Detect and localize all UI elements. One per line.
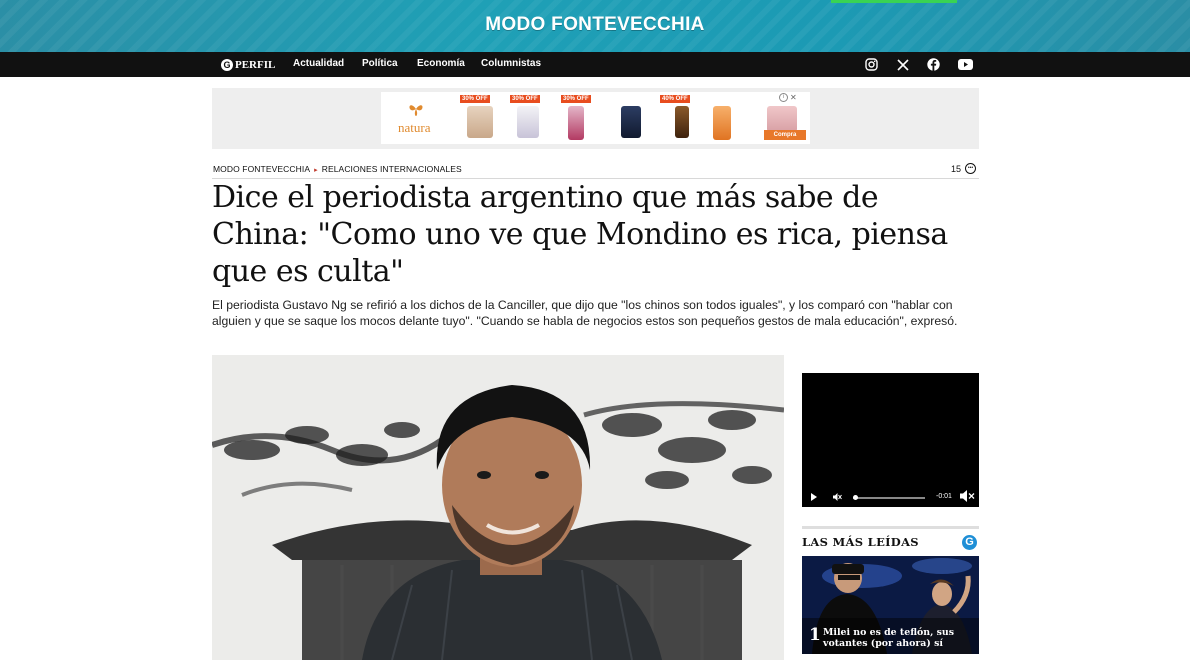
product-image [713, 106, 731, 140]
video-controls: -0:01 [802, 487, 979, 507]
product-image [767, 106, 797, 132]
most-read-rank: 1 [809, 625, 821, 645]
nav-link-columnistas[interactable]: Columnistas [481, 58, 541, 69]
breadcrumb: MODO FONTEVECCHIA ▸ RELACIONES INTERNACION… [213, 164, 462, 174]
instagram-icon[interactable] [864, 57, 879, 72]
nav-link-actualidad[interactable]: Actualidad [293, 58, 344, 69]
section-divider [802, 526, 979, 529]
mute-toggle-icon[interactable] [833, 493, 842, 501]
article-title: Dice el periodista argentino que más sab… [212, 180, 948, 289]
video-time: -0:01 [936, 493, 952, 500]
product-image [517, 106, 539, 138]
product-image [675, 106, 689, 138]
site-brand[interactable]: MODO FONTEVECCHIA [0, 14, 1190, 36]
most-read-title: LAS MÁS LEÍDAS [802, 535, 919, 549]
youtube-icon[interactable] [958, 57, 973, 72]
facebook-icon[interactable] [926, 57, 941, 72]
discount-badge: 30% OFF [510, 95, 540, 103]
product-image [568, 106, 584, 140]
accent-strip [831, 0, 957, 3]
most-read-headline[interactable]: Milei no es de teflón, sus votantes (por… [823, 627, 973, 649]
article-photo-illustration [212, 355, 784, 660]
comment-count-value: 15 [951, 163, 962, 174]
perfil-logo-text: PERFIL [235, 58, 276, 71]
video-player[interactable]: -0:01 [802, 373, 979, 507]
breadcrumb-section[interactable]: MODO FONTEVECCHIA [213, 164, 310, 174]
perfil-logo-icon: G [221, 58, 233, 71]
perfil-g-icon: G [962, 535, 977, 550]
ad-info-icon[interactable]: i [779, 93, 788, 102]
article-photo[interactable] [212, 355, 784, 660]
natura-logo-icon [409, 105, 423, 116]
natura-ad[interactable]: natura 30% OFF 30% OFF 30% OFF 40% OFF C… [381, 92, 810, 144]
breadcrumb-separator-icon: ▸ [314, 167, 318, 174]
top-navbar: G PERFIL Actualidad Política Economía Co… [0, 52, 1190, 77]
most-read-item[interactable]: 1 Milei no es de teflón, sus votantes (p… [802, 556, 979, 654]
article-summary: El periodista Gustavo Ng se refirió a lo… [212, 298, 958, 328]
comment-count[interactable]: 15 ••• [951, 163, 977, 174]
product-image [621, 106, 641, 138]
video-progress-track[interactable] [853, 497, 925, 499]
nav-link-economia[interactable]: Economía [417, 58, 465, 69]
video-progress-knob[interactable] [853, 495, 859, 500]
natura-brand: natura [398, 120, 431, 135]
product-image [467, 106, 493, 138]
perfil-logo[interactable]: G PERFIL [221, 57, 275, 72]
breadcrumb-subsection[interactable]: RELACIONES INTERNACIONALES [322, 164, 462, 174]
discount-badge: 30% OFF [561, 95, 591, 103]
play-icon[interactable] [811, 493, 817, 501]
nav-link-politica[interactable]: Política [362, 58, 398, 69]
volume-icon[interactable] [960, 489, 975, 503]
discount-badge: 40% OFF [660, 95, 690, 103]
comment-bubble-icon: ••• [965, 163, 977, 174]
site-banner[interactable]: MODO FONTEVECCHIA [0, 0, 1190, 52]
x-icon[interactable] [895, 57, 910, 72]
discount-badge: 30% OFF [460, 95, 490, 103]
ad-cta-button[interactable]: Compra [764, 130, 806, 140]
ad-close-icon[interactable]: ✕ [790, 93, 797, 102]
